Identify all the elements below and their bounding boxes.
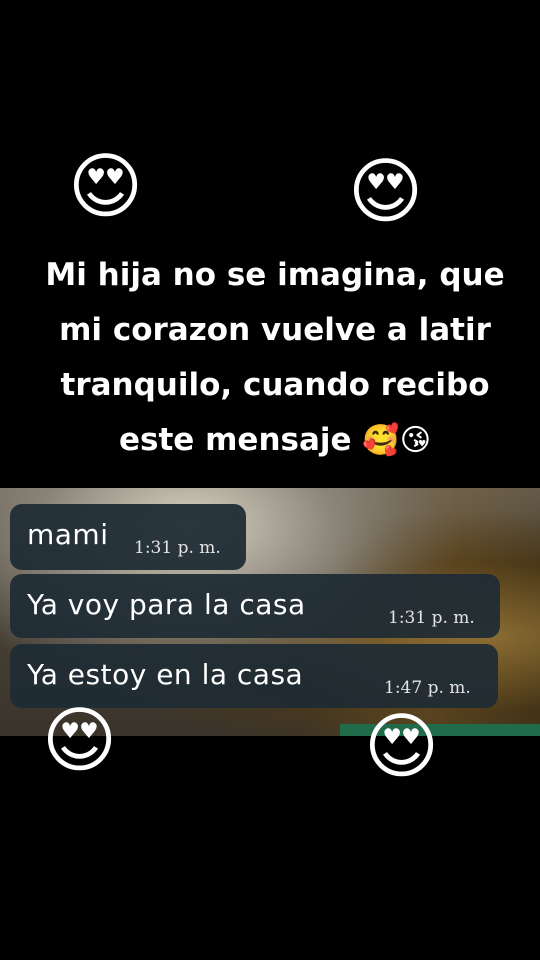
heart-eyes-emoji-bottom-right: 😍 — [364, 704, 440, 788]
caption-emojis: 🥰😘 — [362, 423, 431, 458]
heart-eyes-emoji-top-right: 😍 — [348, 149, 424, 233]
caption-text: Mi hija no se imagina, que mi corazon vu… — [45, 257, 505, 458]
message-time: 1:47 p. m. — [384, 678, 471, 698]
message-bubble-2: Ya voy para la casa 1:31 p. m. — [10, 574, 500, 638]
message-time: 1:31 p. m. — [134, 538, 221, 558]
message-text: Ya voy para la casa — [27, 588, 306, 621]
message-time: 1:31 p. m. — [388, 608, 475, 628]
heart-eyes-emoji-bottom-left: 😍 — [42, 698, 118, 782]
message-text: Ya estoy en la casa — [27, 658, 304, 691]
message-text: mami — [27, 518, 109, 551]
message-bubble-1: mami 1:31 p. m. — [10, 504, 246, 570]
caption-text-block: Mi hija no se imagina, que mi corazon vu… — [20, 248, 530, 468]
heart-eyes-emoji-top-left: 😍 — [68, 144, 144, 228]
